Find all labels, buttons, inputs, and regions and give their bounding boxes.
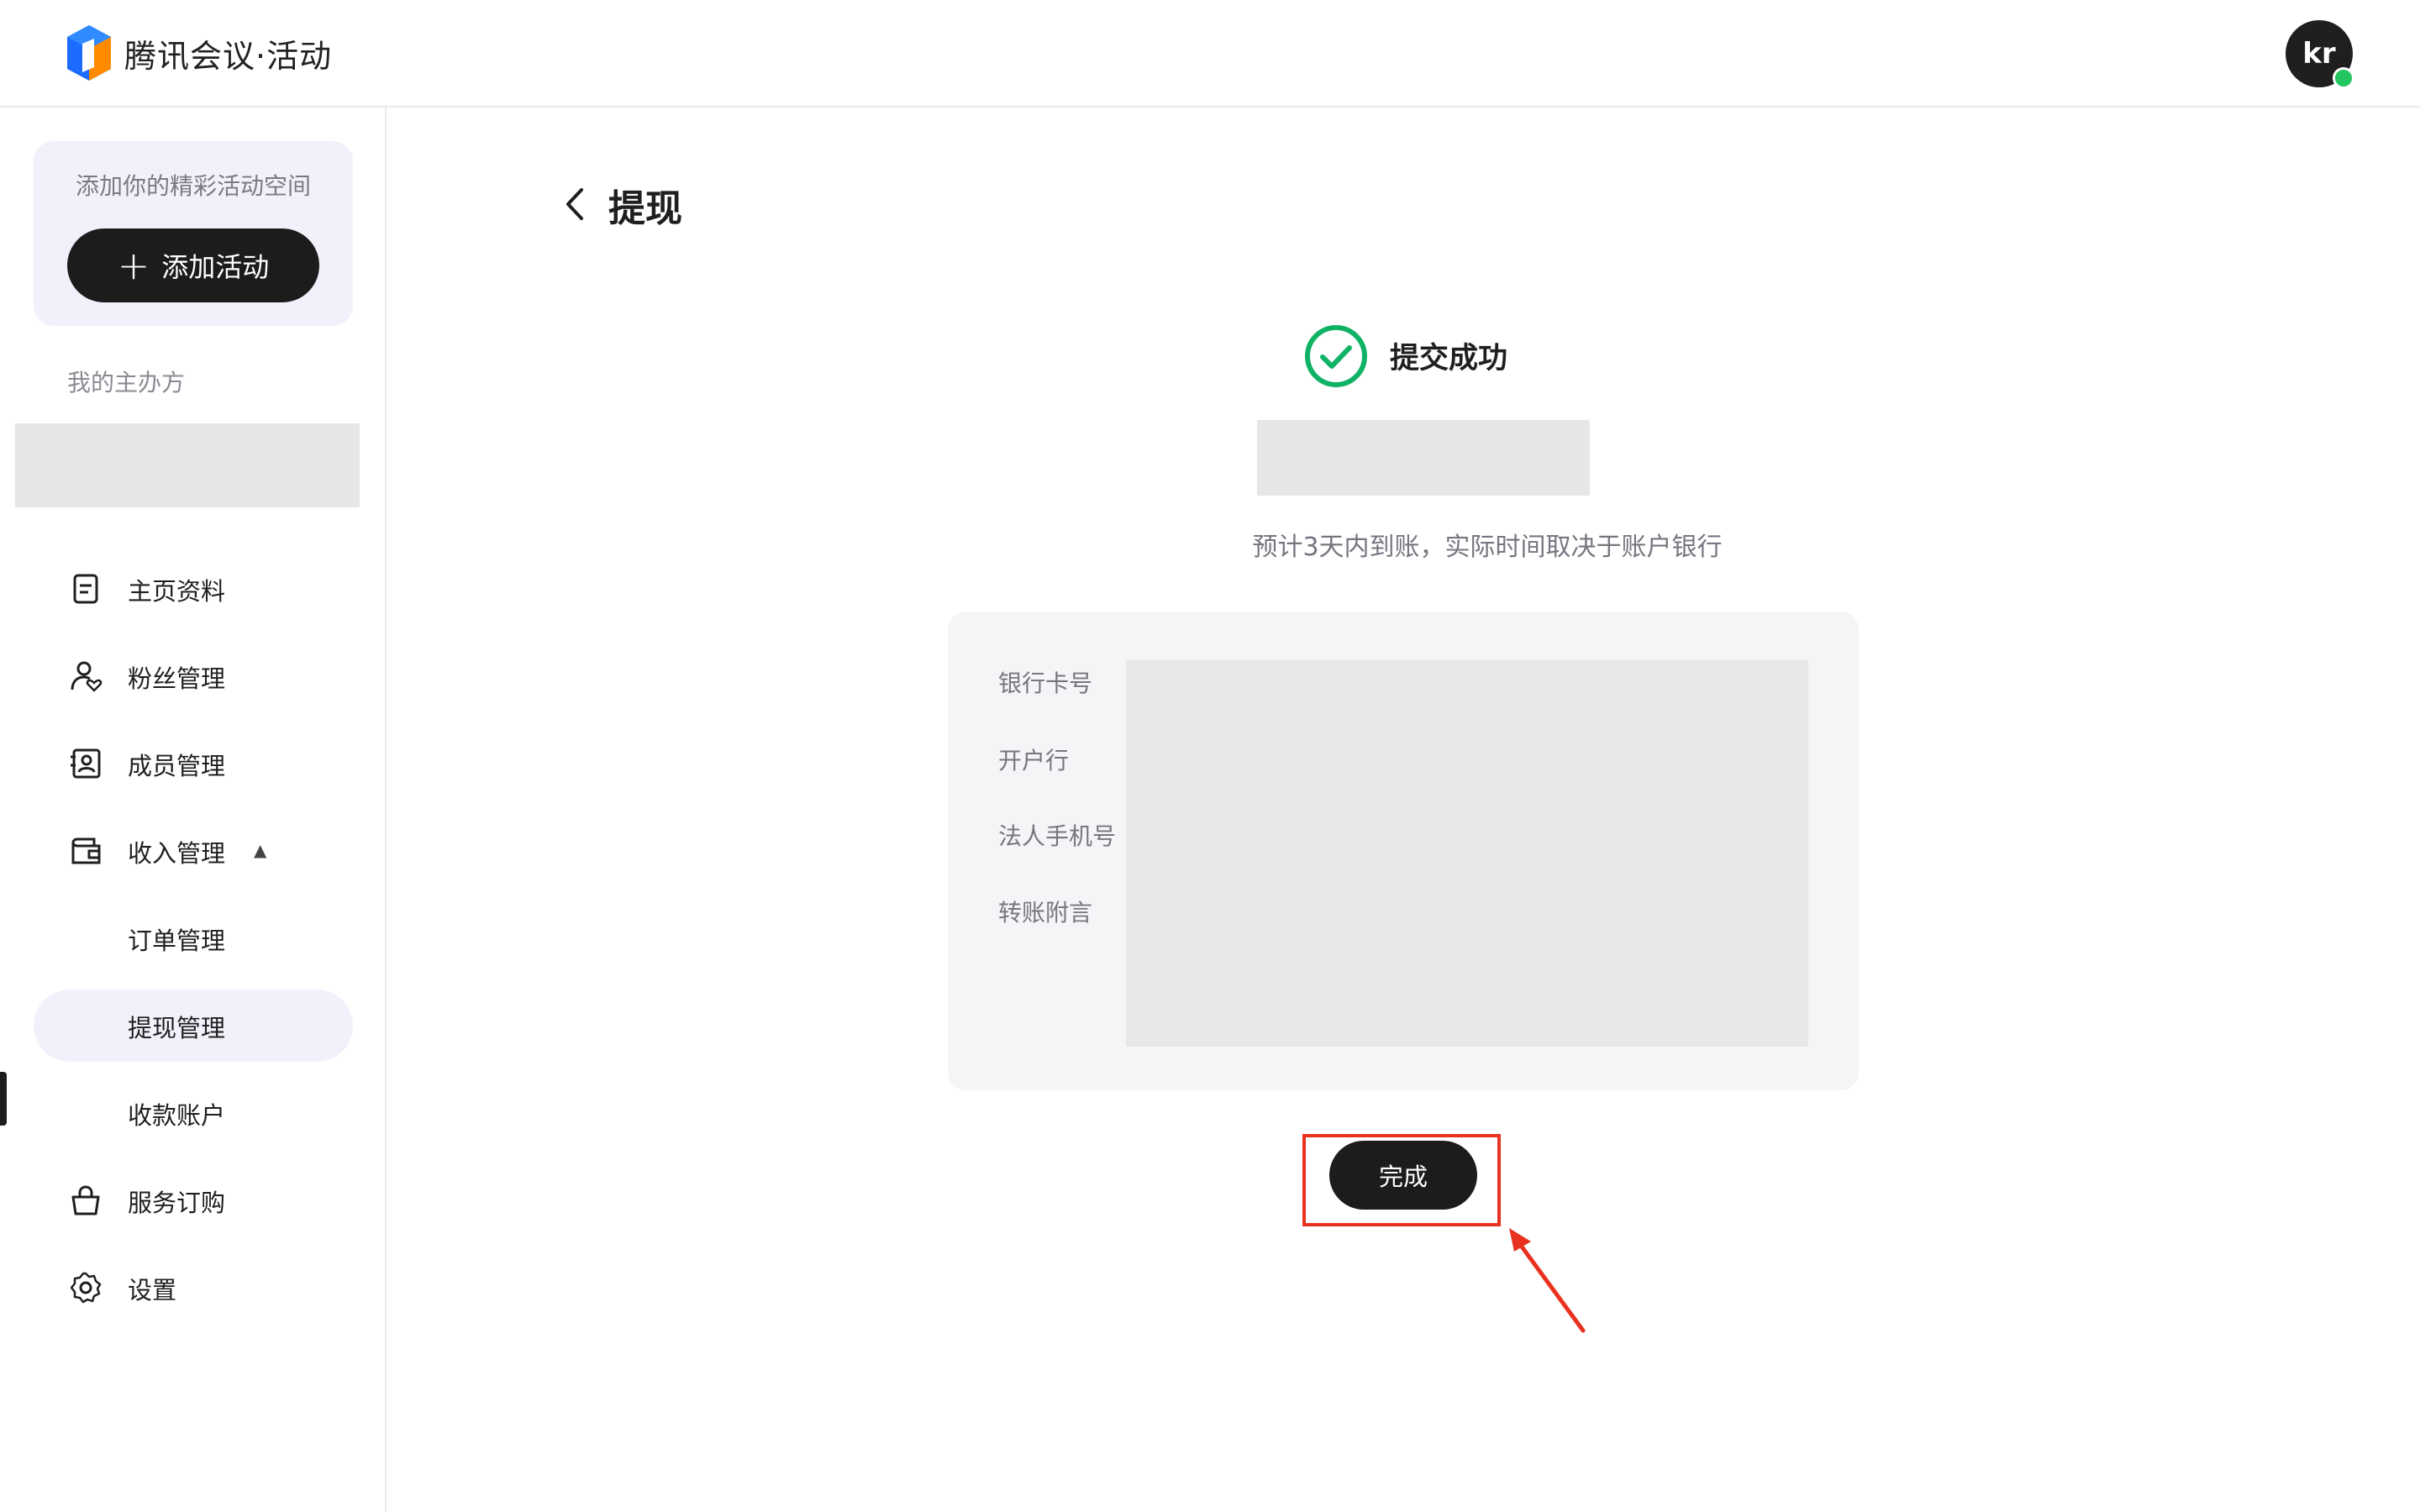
field-label-card-number: 银行卡号 [998, 669, 1093, 697]
sidebar-item-label: 提现管理 [128, 1014, 226, 1042]
sidebar-item-profile[interactable]: 主页资料 [34, 553, 353, 625]
sidebar-item-settings[interactable]: 设置 [34, 1252, 353, 1324]
wallet-icon [71, 837, 101, 864]
document-icon [73, 574, 98, 604]
done-button[interactable]: 完成 [1329, 1141, 1477, 1210]
sidebar-item-orders[interactable]: 订单管理 [34, 902, 353, 974]
caret-up-icon[interactable]: ▲ [254, 840, 266, 860]
add-activity-button[interactable]: + 添加活动 [67, 228, 319, 302]
field-label-bank: 开户行 [998, 747, 1070, 774]
sidebar-item-label: 收款账户 [128, 1101, 226, 1130]
promo-text: 添加你的精彩活动空间 [75, 172, 311, 200]
sidebar-item-fans[interactable]: 粉丝管理 [34, 640, 353, 712]
arrival-note: 预计3天内到账，实际时间取决于账户银行 [1252, 533, 1723, 562]
sidebar-item-label: 服务订购 [128, 1189, 226, 1217]
page-title: 提现 [608, 187, 682, 230]
top-header: 腾讯会议·活动 kr [0, 0, 2420, 108]
plus-icon: + [117, 243, 150, 288]
bank-info-card: 银行卡号 开户行 法人手机号 转账附言 [948, 612, 1859, 1090]
back-arrow-icon[interactable] [558, 183, 592, 225]
sidebar-item-label: 设置 [128, 1276, 177, 1305]
user-heart-icon [71, 661, 103, 692]
organizer-selector[interactable] [15, 423, 360, 507]
withdraw-amount [1257, 420, 1590, 496]
online-status-dot [2333, 67, 2354, 89]
sidebar-item-label: 主页资料 [128, 577, 226, 606]
sidebar-item-label: 订单管理 [128, 927, 226, 955]
contact-card-icon [71, 748, 101, 779]
sidebar-item-label: 粉丝管理 [128, 664, 226, 693]
add-activity-promo: 添加你的精彩活动空间 + 添加活动 [34, 141, 353, 326]
shopping-bag-icon [71, 1185, 100, 1215]
sidebar-item-members[interactable]: 成员管理 [34, 727, 353, 800]
add-activity-label: 添加活动 [161, 251, 270, 283]
sidebar-item-payee-account[interactable]: 收款账户 [34, 1077, 353, 1149]
field-label-phone: 法人手机号 [998, 822, 1117, 850]
success-message: 提交成功 [1390, 342, 1508, 375]
success-check-icon [1305, 325, 1367, 387]
gear-icon [70, 1272, 102, 1304]
tencent-meeting-logo-icon[interactable] [66, 24, 113, 82]
organizer-section-label: 我的主办方 [67, 369, 186, 396]
bank-info-values [1126, 660, 1808, 1047]
sidebar-item-label: 收入管理 [128, 839, 226, 868]
sidebar-item-label: 成员管理 [128, 752, 226, 780]
brand-title[interactable]: 腾讯会议·活动 [124, 30, 332, 76]
annotation-arrow-icon [1509, 1228, 1586, 1333]
sidebar: 添加你的精彩活动空间 + 添加活动 我的主办方 主页资料 粉丝管理 成员管理 收… [0, 108, 387, 1512]
sidebar-item-withdrawals[interactable]: 提现管理 [34, 990, 353, 1062]
active-indicator [0, 1072, 7, 1126]
field-label-remark: 转账附言 [998, 899, 1093, 927]
sidebar-item-service-subscription[interactable]: 服务订购 [34, 1164, 353, 1236]
sidebar-item-income[interactable]: 收入管理 ▲ [34, 815, 353, 887]
